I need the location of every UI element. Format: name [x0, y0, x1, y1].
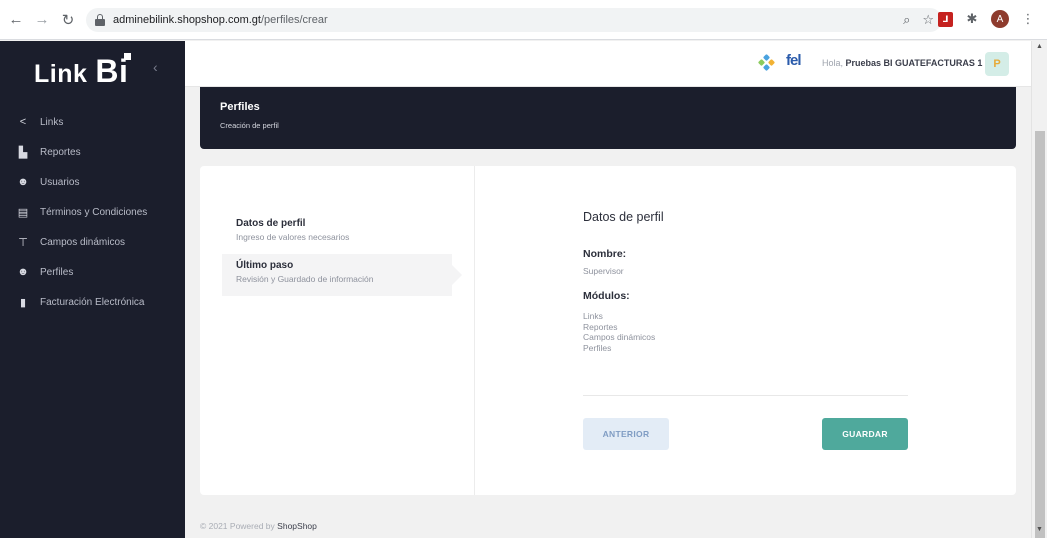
footer: © 2021 Powered by ShopShop — [200, 521, 317, 531]
url-path: /perfiles/crear — [260, 14, 328, 26]
nombre-label: Nombre: — [583, 248, 627, 260]
page-scrollbar[interactable]: ▲ ▼ — [1031, 41, 1047, 538]
wizard-step-datos[interactable]: Datos de perfil Ingreso de valores neces… — [222, 212, 452, 254]
user-avatar[interactable]: P — [985, 52, 1009, 76]
chart-icon: ▙ — [18, 146, 28, 159]
sidebar: Link Bi ‹ < Links ▙ Reportes ☻ Usuarios ▤ Tér… — [0, 41, 185, 538]
profile-wizard-card: Datos de perfil Ingreso de valores neces… — [200, 166, 1016, 495]
scroll-thumb[interactable] — [1035, 131, 1045, 538]
sidebar-menu: < Links ▙ Reportes ☻ Usuarios ▤ Términos y C… — [0, 107, 185, 317]
fields-icon: ⊤ — [18, 236, 28, 249]
back-arrow-icon[interactable]: ← — [8, 11, 24, 28]
list-item: Links — [583, 311, 603, 321]
sidebar-item-campos[interactable]: ⊤ Campos dinámicos — [0, 227, 185, 257]
top-header: fel Hola, Pruebas BI GUATEFACTURAS 1 P — [185, 41, 1031, 87]
menu-dots-icon[interactable]: ⋮ — [1019, 10, 1037, 28]
sidebar-item-perfiles[interactable]: ☻ Perfiles — [0, 257, 185, 287]
profiles-icon: ☻ — [17, 266, 29, 278]
user-greeting: Hola, Pruebas BI GUATEFACTURAS 1 — [822, 58, 983, 68]
bookmark-star-icon[interactable]: ☆ — [922, 12, 934, 28]
page-subtitle: Creación de perfil — [220, 121, 279, 130]
page-title: Perfiles — [220, 101, 260, 113]
share-icon: < — [19, 116, 27, 128]
puzzle-extensions-icon[interactable]: ✱ — [963, 10, 981, 28]
apps-diamond-icon[interactable] — [757, 53, 776, 72]
wizard-steps: Datos de perfil Ingreso de valores neces… — [200, 166, 475, 495]
modulos-list: Links Reportes Campos dinámicos Perfiles — [583, 311, 655, 353]
scroll-down-arrow-icon[interactable]: ▼ — [1036, 526, 1043, 533]
address-bar[interactable]: adminebilink.shopshop.com.gt/perfiles/cr… — [86, 8, 942, 32]
sidebar-item-usuarios[interactable]: ☻ Usuarios — [0, 167, 185, 197]
page-header: Perfiles Creación de perfil — [200, 87, 1016, 149]
browser-toolbar: ← → ↻ adminebilink.shopshop.com.gt/perfi… — [0, 0, 1047, 40]
document-icon: ▤ — [17, 206, 29, 219]
reload-icon[interactable]: ↻ — [60, 12, 76, 29]
linkbi-logo[interactable]: Link Bi — [34, 51, 128, 91]
wizard-step-ultimo[interactable]: Último paso Revisión y Guardado de infor… — [222, 254, 462, 296]
review-title: Datos de perfil — [583, 210, 664, 224]
footer-brand-link[interactable]: ShopShop — [277, 521, 317, 531]
zoom-icon[interactable]: ⌕ — [903, 12, 910, 28]
modulos-label: Módulos: — [583, 290, 630, 302]
guardar-button[interactable]: GUARDAR — [822, 418, 908, 450]
pdf-extension-icon[interactable]: ⅃ — [938, 11, 953, 27]
sidebar-item-reportes[interactable]: ▙ Reportes — [0, 137, 185, 167]
nombre-value: Supervisor — [583, 266, 624, 276]
collapse-sidebar-icon[interactable]: ‹ — [153, 59, 158, 75]
list-item: Reportes — [583, 321, 618, 332]
url-host: adminebilink.shopshop.com.gt — [113, 14, 261, 26]
profile-review: Datos de perfil Nombre: Supervisor Módul… — [583, 166, 913, 495]
divider — [583, 395, 908, 396]
user-name: Pruebas BI GUATEFACTURAS 1 — [845, 58, 983, 68]
sidebar-item-links[interactable]: < Links — [0, 107, 185, 137]
list-item: Campos dinámicos — [583, 332, 656, 342]
browser-profile-avatar[interactable]: A — [991, 10, 1009, 28]
lock-icon — [95, 14, 105, 26]
fel-logo: fel — [786, 52, 801, 69]
list-item: Perfiles — [583, 342, 612, 353]
sidebar-item-facturacion[interactable]: ▮ Facturación Electrónica — [0, 287, 185, 317]
scroll-up-arrow-icon[interactable]: ▲ — [1036, 43, 1043, 50]
users-icon: ☻ — [17, 176, 29, 188]
anterior-button[interactable]: ANTERIOR — [583, 418, 669, 450]
invoice-icon: ▮ — [19, 296, 27, 309]
sidebar-item-terminos[interactable]: ▤ Términos y Condiciones — [0, 197, 185, 227]
forward-arrow-icon[interactable]: → — [34, 11, 50, 28]
